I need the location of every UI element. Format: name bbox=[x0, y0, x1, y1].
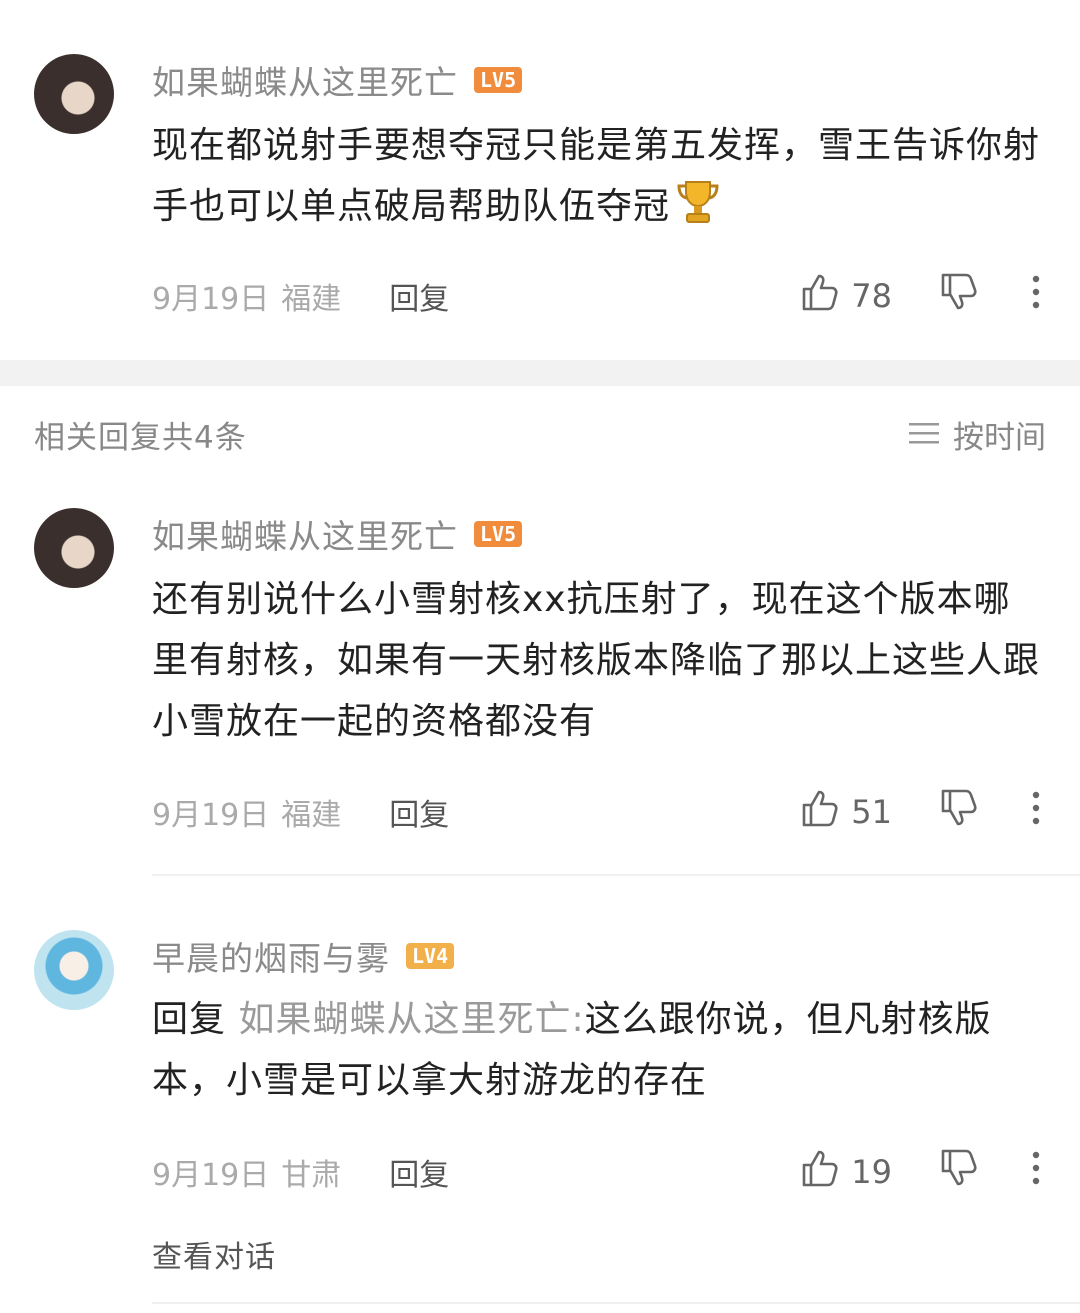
more-vertical-icon[interactable] bbox=[1032, 791, 1040, 833]
thumbs-down-icon[interactable] bbox=[940, 1148, 978, 1196]
reply-button[interactable]: 回复 bbox=[389, 1150, 449, 1194]
comment-actions: 78 bbox=[801, 272, 1040, 320]
reply-button[interactable]: 回复 bbox=[389, 274, 449, 318]
bottom-divider bbox=[152, 1302, 1080, 1304]
comment-date: 9月19日 bbox=[152, 282, 270, 317]
more-vertical-icon[interactable] bbox=[1032, 275, 1040, 317]
comment-text: 现在都说射手要想夺冠只能是第五发挥，雪王告诉你射手也可以单点破局帮助队伍夺冠 bbox=[152, 115, 1052, 245]
thumbs-up-icon bbox=[801, 272, 839, 320]
comment-username[interactable]: 如果蝴蝶从这里死亡 LV5 bbox=[152, 56, 523, 104]
avatar[interactable] bbox=[34, 930, 114, 1010]
list-icon bbox=[909, 417, 939, 453]
more-vertical-icon[interactable] bbox=[1032, 1151, 1040, 1193]
thumbs-down-icon[interactable] bbox=[940, 272, 978, 320]
comment-location: 福建 bbox=[281, 282, 342, 317]
reply-button[interactable]: 回复 bbox=[389, 790, 449, 834]
like-count: 51 bbox=[851, 793, 892, 831]
comment-meta: 9月19日 福建 回复 bbox=[152, 274, 449, 318]
thumbs-down-icon[interactable] bbox=[940, 788, 978, 836]
thumbs-up-icon bbox=[801, 788, 839, 836]
reply-username[interactable]: 早晨的烟雨与雾 LV4 bbox=[152, 932, 455, 980]
reply-date: 9月19日 bbox=[152, 1158, 270, 1193]
level-badge: LV4 bbox=[406, 943, 455, 969]
comment-body: 现在都说射手要想夺冠只能是第五发挥，雪王告诉你射手也可以单点破局帮助队伍夺冠 bbox=[152, 125, 1041, 227]
like-count: 19 bbox=[851, 1153, 892, 1191]
reply-divider bbox=[152, 874, 1080, 876]
thumbs-up-icon bbox=[801, 1148, 839, 1196]
level-badge: LV5 bbox=[474, 67, 523, 93]
reply-target-user[interactable]: 如果蝴蝶从这里死亡: bbox=[238, 999, 584, 1040]
view-conversation-link[interactable]: 查看对话 bbox=[152, 1232, 276, 1276]
reply-date: 9月19日 bbox=[152, 798, 270, 833]
sort-button[interactable]: 按时间 bbox=[909, 412, 1046, 457]
reply-location: 甘肃 bbox=[281, 1158, 342, 1193]
username-text: 如果蝴蝶从这里死亡 bbox=[152, 63, 458, 102]
trophy-icon bbox=[676, 178, 720, 245]
like-button[interactable]: 51 bbox=[801, 788, 892, 836]
related-replies-title: 相关回复共4条 bbox=[34, 420, 247, 456]
section-divider bbox=[0, 360, 1080, 386]
like-count: 78 bbox=[851, 277, 892, 315]
reply-text: 还有别说什么小雪射核xx抗压射了，现在这个版本哪里有射核，如果有一天射核版本降临… bbox=[152, 579, 1041, 742]
reply-username[interactable]: 如果蝴蝶从这里死亡 LV5 bbox=[152, 510, 523, 558]
username-text: 如果蝴蝶从这里死亡 bbox=[152, 517, 458, 556]
like-button[interactable]: 19 bbox=[801, 1148, 892, 1196]
username-text: 早晨的烟雨与雾 bbox=[152, 939, 390, 978]
sort-label: 按时间 bbox=[953, 420, 1046, 456]
reply-text: 回复 如果蝴蝶从这里死亡:这么跟你说，但凡射核版本，小雪是可以拿大射游龙的存在 bbox=[152, 989, 1042, 1111]
like-button[interactable]: 78 bbox=[801, 272, 892, 320]
reply-meta: 9月19日 甘肃 回复 bbox=[152, 1150, 449, 1194]
reply-location: 福建 bbox=[281, 798, 342, 833]
level-badge: LV5 bbox=[474, 521, 523, 547]
avatar[interactable] bbox=[34, 508, 114, 588]
avatar[interactable] bbox=[34, 54, 114, 134]
reply-actions: 19 bbox=[801, 1148, 1040, 1196]
reply-prefix: 回复 bbox=[152, 999, 227, 1040]
reply-meta: 9月19日 福建 回复 bbox=[152, 790, 449, 834]
reply-actions: 51 bbox=[801, 788, 1040, 836]
